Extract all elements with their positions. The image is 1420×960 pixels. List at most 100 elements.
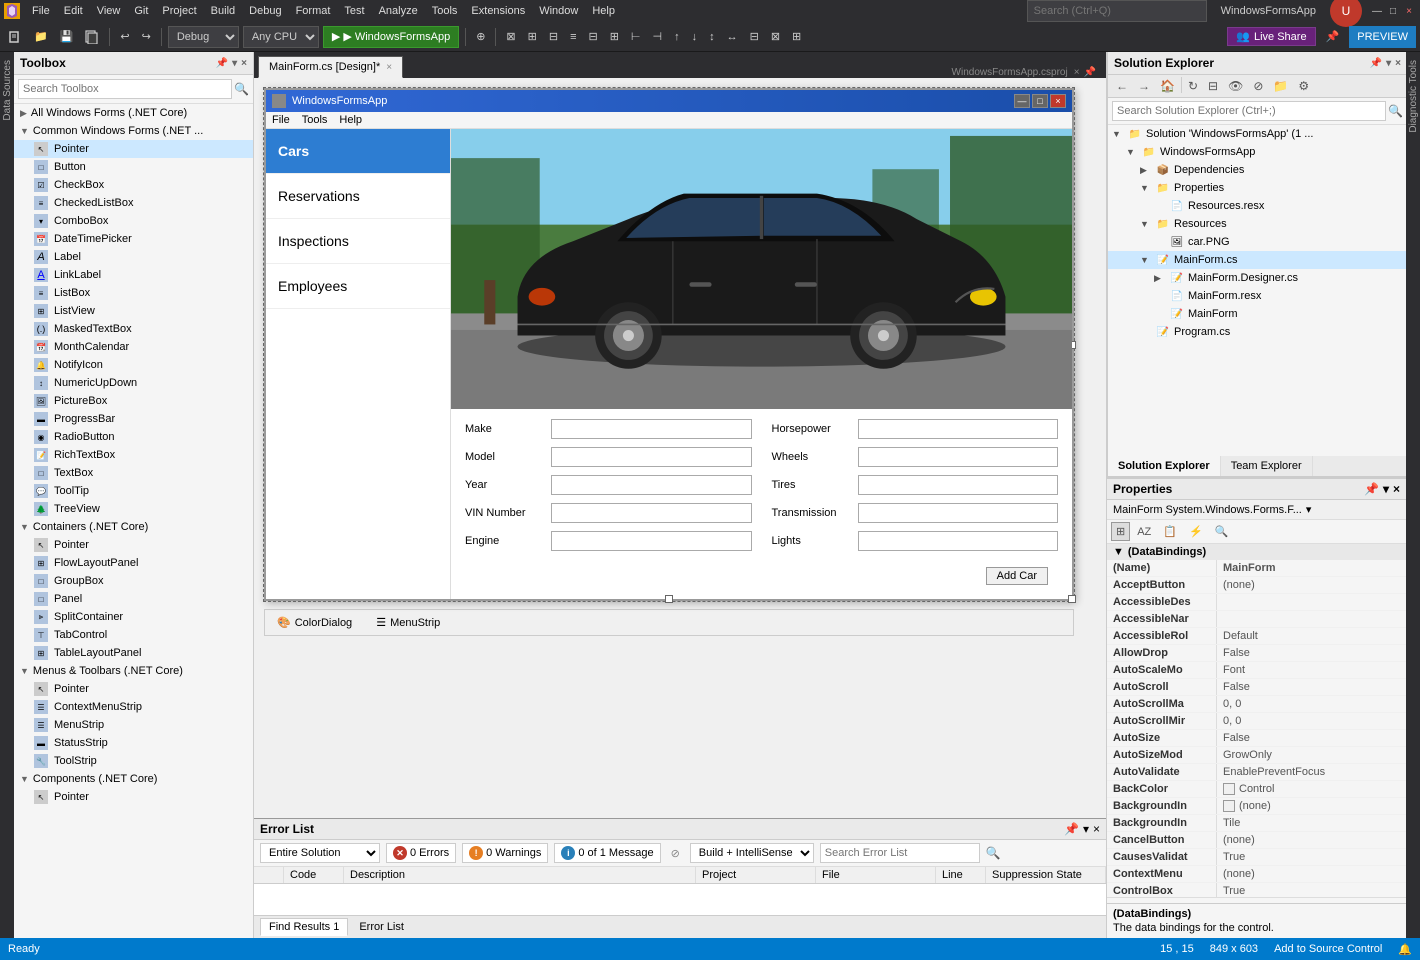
menu-project[interactable]: Project bbox=[156, 3, 202, 19]
bottom-tab-error-list[interactable]: Error List bbox=[350, 918, 413, 936]
menu-git[interactable]: Git bbox=[128, 3, 154, 19]
solution-toolbar-home[interactable]: 🏠 bbox=[1156, 77, 1179, 95]
engine-input[interactable] bbox=[551, 531, 752, 551]
toolbox-item-menus-pointer[interactable]: ↖ Pointer bbox=[14, 680, 253, 698]
menu-file[interactable]: File bbox=[26, 3, 56, 19]
form-menu-help[interactable]: Help bbox=[339, 114, 362, 126]
toolbox-item-tablelayoutpanel[interactable]: ⊞ TableLayoutPanel bbox=[14, 644, 253, 662]
props-row-autoscrollma[interactable]: AutoScrollMa 0, 0 bbox=[1107, 696, 1406, 713]
toolbox-item-groupbox[interactable]: □ GroupBox bbox=[14, 572, 253, 590]
data-sources-text[interactable]: Data Sources bbox=[2, 60, 13, 121]
errors-button[interactable]: ✕ 0 Errors bbox=[386, 843, 456, 863]
breadcrumb-close[interactable]: × bbox=[1074, 67, 1080, 78]
props-row-allowdrop[interactable]: AllowDrop False bbox=[1107, 645, 1406, 662]
tab-close-icon[interactable]: × bbox=[386, 62, 392, 73]
open-button[interactable]: 📁 bbox=[30, 28, 52, 45]
toolbar-btn-15[interactable]: ⊞ bbox=[788, 28, 805, 45]
toolbox-item-panel[interactable]: □ Panel bbox=[14, 590, 253, 608]
status-bell-icon[interactable]: 🔔 bbox=[1398, 943, 1412, 956]
props-pin-icon[interactable]: 📌 bbox=[1364, 482, 1379, 496]
sidebar-reservations[interactable]: Reservations bbox=[266, 174, 450, 219]
toolbox-item-radiobutton[interactable]: ◉ RadioButton bbox=[14, 428, 253, 446]
tree-mainform-cs[interactable]: ▼ 📝 MainForm.cs bbox=[1108, 251, 1407, 269]
model-input[interactable] bbox=[551, 447, 752, 467]
vin-input[interactable] bbox=[551, 503, 752, 523]
props-arrow-icon[interactable]: ▾ bbox=[1383, 482, 1389, 496]
props-row-autoscroll[interactable]: AutoScroll False bbox=[1107, 679, 1406, 696]
category-all-windows-forms[interactable]: ▶ All Windows Forms (.NET Core) bbox=[14, 104, 253, 122]
toolbox-item-menustrip[interactable]: ☰ MenuStrip bbox=[14, 716, 253, 734]
toolbox-item-tooltip[interactable]: 💬 ToolTip bbox=[14, 482, 253, 500]
toolbox-item-notifyicon[interactable]: 🔔 NotifyIcon bbox=[14, 356, 253, 374]
toolbar-btn-13[interactable]: ⊟ bbox=[746, 28, 763, 45]
solution-close-icon[interactable]: × bbox=[1395, 58, 1401, 69]
toolbox-item-flowlayoutpanel[interactable]: ⊞ FlowLayoutPanel bbox=[14, 554, 253, 572]
props-row-autoscalemo[interactable]: AutoScaleMo Font bbox=[1107, 662, 1406, 679]
menu-extensions[interactable]: Extensions bbox=[465, 3, 531, 19]
year-input[interactable] bbox=[551, 475, 752, 495]
solution-toolbar-collapse[interactable]: ⊟ bbox=[1204, 77, 1222, 95]
undo-button[interactable]: ↩ bbox=[116, 28, 133, 45]
error-build-select[interactable]: Build + IntelliSense Build Only bbox=[690, 843, 814, 863]
sidebar-inspections[interactable]: Inspections bbox=[266, 219, 450, 264]
sidebar-cars[interactable]: Cars bbox=[266, 129, 450, 174]
tab-mainform-design[interactable]: MainForm.cs [Design]* × bbox=[258, 56, 403, 78]
toolbar-btn-4[interactable]: ≡ bbox=[566, 29, 580, 45]
tree-car-png[interactable]: 🖼 car.PNG bbox=[1108, 233, 1407, 251]
props-row-contextmenu[interactable]: ContextMenu (none) bbox=[1107, 866, 1406, 883]
resize-handle-se[interactable] bbox=[1068, 595, 1076, 603]
menu-debug[interactable]: Debug bbox=[243, 3, 287, 19]
solution-tab-team[interactable]: Team Explorer bbox=[1221, 456, 1313, 476]
toolbox-item-combobox[interactable]: ▾ ComboBox bbox=[14, 212, 253, 230]
solution-toolbar-open-folder[interactable]: 📁 bbox=[1269, 77, 1292, 95]
tree-mainform-class[interactable]: 📝 MainForm bbox=[1108, 305, 1407, 323]
toolbox-item-label[interactable]: A Label bbox=[14, 248, 253, 266]
category-menus-toolbars[interactable]: ▼ Menus & Toolbars (.NET Core) bbox=[14, 662, 253, 680]
tires-input[interactable] bbox=[858, 475, 1059, 495]
resize-handle-s[interactable] bbox=[665, 595, 673, 603]
menu-test[interactable]: Test bbox=[338, 3, 370, 19]
toolbox-item-statusstrip[interactable]: ▬ StatusStrip bbox=[14, 734, 253, 752]
toolbox-item-checkbox[interactable]: ☑ CheckBox bbox=[14, 176, 253, 194]
live-share-button[interactable]: 👥 Live Share bbox=[1227, 27, 1315, 46]
props-close-icon[interactable]: × bbox=[1393, 482, 1400, 496]
global-search-input[interactable] bbox=[1027, 0, 1207, 22]
solution-toolbar-refresh[interactable]: ↻ bbox=[1184, 77, 1202, 95]
props-cat-expand[interactable]: ▼ bbox=[1113, 546, 1124, 558]
menu-build[interactable]: Build bbox=[205, 3, 241, 19]
solution-pin-icon[interactable]: 📌 bbox=[1370, 58, 1382, 69]
props-row-autosizemod[interactable]: AutoSizeMod GrowOnly bbox=[1107, 747, 1406, 764]
props-row-backcolor[interactable]: BackColor Control bbox=[1107, 781, 1406, 798]
search-toolbox-input[interactable] bbox=[18, 79, 232, 99]
toolbox-item-numericupdown[interactable]: ↕ NumericUpDown bbox=[14, 374, 253, 392]
category-containers[interactable]: ▼ Containers (.NET Core) bbox=[14, 518, 253, 536]
toolbox-item-picturebox[interactable]: 🖼 PictureBox bbox=[14, 392, 253, 410]
menu-tools[interactable]: Tools bbox=[426, 3, 464, 19]
category-components[interactable]: ▼ Components (.NET Core) bbox=[14, 770, 253, 788]
designer-canvas[interactable]: WindowsFormsApp — □ × File Tools Help bbox=[254, 78, 1106, 818]
sidebar-employees[interactable]: Employees bbox=[266, 264, 450, 309]
tree-dependencies[interactable]: ▶ 📦 Dependencies bbox=[1108, 161, 1407, 179]
props-row-backgroundin1[interactable]: BackgroundIn (none) bbox=[1107, 798, 1406, 815]
form-menu-tools[interactable]: Tools bbox=[302, 114, 328, 126]
props-row-accessiblerol[interactable]: AccessibleRol Default bbox=[1107, 628, 1406, 645]
props-object-arrow[interactable]: ▾ bbox=[1306, 503, 1312, 516]
cpu-select[interactable]: Any CPU x86 x64 bbox=[243, 26, 319, 48]
tree-resources-folder[interactable]: ▼ 📁 Resources bbox=[1108, 215, 1407, 233]
toolbox-item-progressbar[interactable]: ▬ ProgressBar bbox=[14, 410, 253, 428]
toolbox-item-monthcalendar[interactable]: 📆 MonthCalendar bbox=[14, 338, 253, 356]
component-colordialog[interactable]: 🎨 ColorDialog bbox=[273, 614, 356, 631]
wheels-input[interactable] bbox=[858, 447, 1059, 467]
props-row-name[interactable]: (Name) MainForm bbox=[1107, 560, 1406, 577]
close-button[interactable]: × bbox=[1402, 4, 1416, 18]
tree-properties[interactable]: ▼ 📁 Properties bbox=[1108, 179, 1407, 197]
toolbox-item-listview[interactable]: ⊞ ListView bbox=[14, 302, 253, 320]
error-panel-arrow[interactable]: ▾ bbox=[1083, 822, 1089, 836]
attach-button[interactable]: ⊕ bbox=[472, 28, 489, 45]
form-menu-file[interactable]: File bbox=[272, 114, 290, 126]
toolbox-item-treeview[interactable]: 🌲 TreeView bbox=[14, 500, 253, 518]
search-solution-input[interactable] bbox=[1112, 101, 1386, 121]
props-object-selector[interactable]: MainForm System.Windows.Forms.F... ▾ bbox=[1107, 500, 1406, 520]
toolbox-item-checkedlistbox[interactable]: ≡ CheckedListBox bbox=[14, 194, 253, 212]
menu-edit[interactable]: Edit bbox=[58, 3, 89, 19]
